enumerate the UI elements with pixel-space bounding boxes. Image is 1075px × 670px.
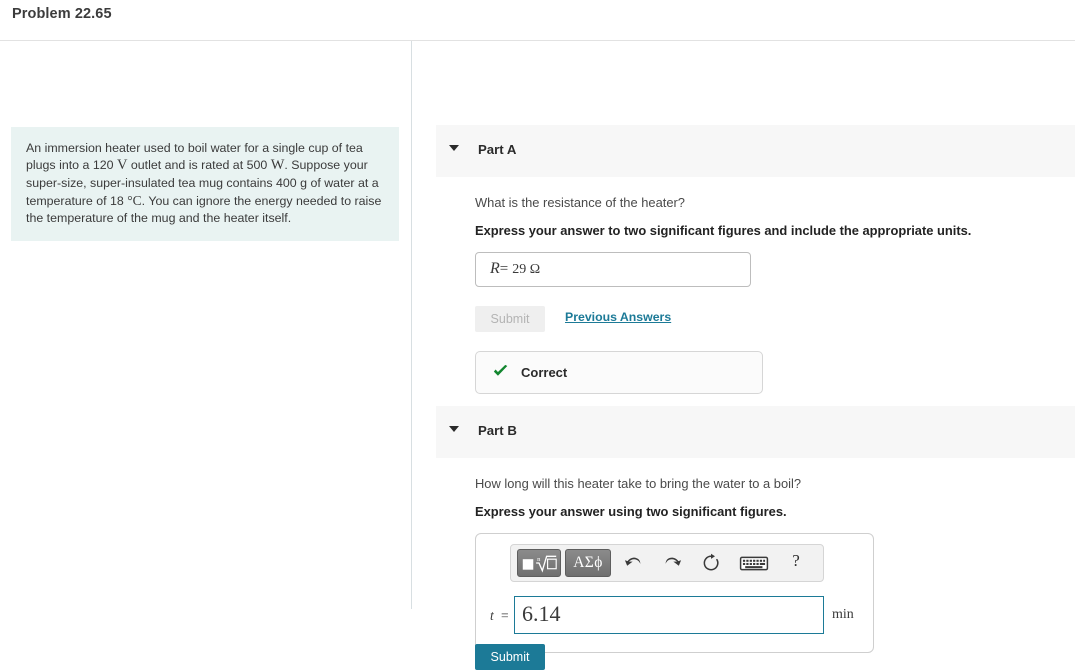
page-title: Problem 22.65 <box>12 6 112 22</box>
keyboard-glyph <box>739 556 769 571</box>
part-a-feedback-label: Correct <box>521 365 568 380</box>
redo-glyph <box>665 557 682 566</box>
part-b-unit-label: min <box>832 607 854 622</box>
part-a-equals: = <box>499 261 509 277</box>
page-header: Problem 22.65 <box>0 0 1075 41</box>
part-a-question: What is the resistance of the heater? <box>475 195 685 210</box>
undo-glyph <box>624 557 641 566</box>
part-b-header[interactable]: Part B <box>436 406 1075 458</box>
part-a-answer-content: R= 29 Ω <box>490 260 540 278</box>
help-icon[interactable]: ? <box>783 551 809 573</box>
greek-symbols-button[interactable]: ΑΣϕ <box>565 549 611 577</box>
keyboard-icon[interactable] <box>738 556 770 578</box>
math-toolbar: n ΑΣϕ ? <box>510 544 824 582</box>
part-a-instruction: Express your answer to two significant f… <box>475 223 972 238</box>
problem-statement: An immersion heater used to boil water f… <box>11 127 399 242</box>
part-a-label: Part A <box>478 142 517 157</box>
part-a-feedback-banner: Correct <box>475 351 763 394</box>
part-b-body: How long will this heater take to bring … <box>475 458 1075 653</box>
problem-pane: An immersion heater used to boil water f… <box>0 41 412 609</box>
unit-celsius: °C <box>127 192 142 208</box>
part-b-answer-input[interactable]: 6.14 <box>514 596 824 634</box>
part-a-submit-button[interactable]: Submit <box>475 306 545 332</box>
math-template-glyph: n <box>522 555 557 573</box>
part-a-variable: R <box>490 260 500 277</box>
part-a-previous-answers-link[interactable]: Previous Answers <box>565 310 671 324</box>
undo-icon[interactable] <box>621 553 647 575</box>
part-b-input-value: 6.14 <box>522 601 561 626</box>
part-b-variable: t <box>490 608 494 623</box>
part-a-value: 29 Ω <box>512 262 541 277</box>
answer-pane: Part A What is the resistance of the hea… <box>413 41 1075 670</box>
unit-volt: V <box>116 157 128 174</box>
part-a-submit-row: Submit Previous Answers <box>475 306 1075 332</box>
svg-text:n: n <box>537 556 541 563</box>
part-b-section: Part B How long will this heater take to… <box>413 406 1075 653</box>
math-template-icon[interactable]: n <box>517 549 561 577</box>
content-area: An immersion heater used to boil water f… <box>0 41 1075 670</box>
problem-text-part-2: outlet and is rated at 500 <box>127 158 271 173</box>
part-b-answer-container: n ΑΣϕ ? t = 6.14 min <box>475 533 874 653</box>
part-b-equals: = <box>501 608 509 623</box>
caret-down-icon[interactable] <box>449 145 459 151</box>
part-b-submit-button[interactable]: Submit <box>475 644 545 670</box>
part-a-answer-field[interactable]: R= 29 Ω <box>475 252 751 287</box>
check-icon <box>493 364 508 376</box>
redo-icon[interactable] <box>659 553 685 575</box>
part-a-body: What is the resistance of the heater? Ex… <box>475 177 1075 394</box>
part-a-header[interactable]: Part A <box>436 125 1075 177</box>
part-b-question: How long will this heater take to bring … <box>475 476 802 491</box>
reset-icon[interactable] <box>698 553 724 575</box>
part-b-input-row: t = 6.14 min <box>476 596 873 636</box>
part-b-label: Part B <box>478 423 517 438</box>
reset-glyph <box>703 553 719 571</box>
caret-down-icon[interactable] <box>449 426 459 432</box>
unit-watt: W <box>270 157 285 174</box>
part-a-section: Part A What is the resistance of the hea… <box>413 125 1075 394</box>
part-b-instruction: Express your answer using two significan… <box>475 504 787 519</box>
